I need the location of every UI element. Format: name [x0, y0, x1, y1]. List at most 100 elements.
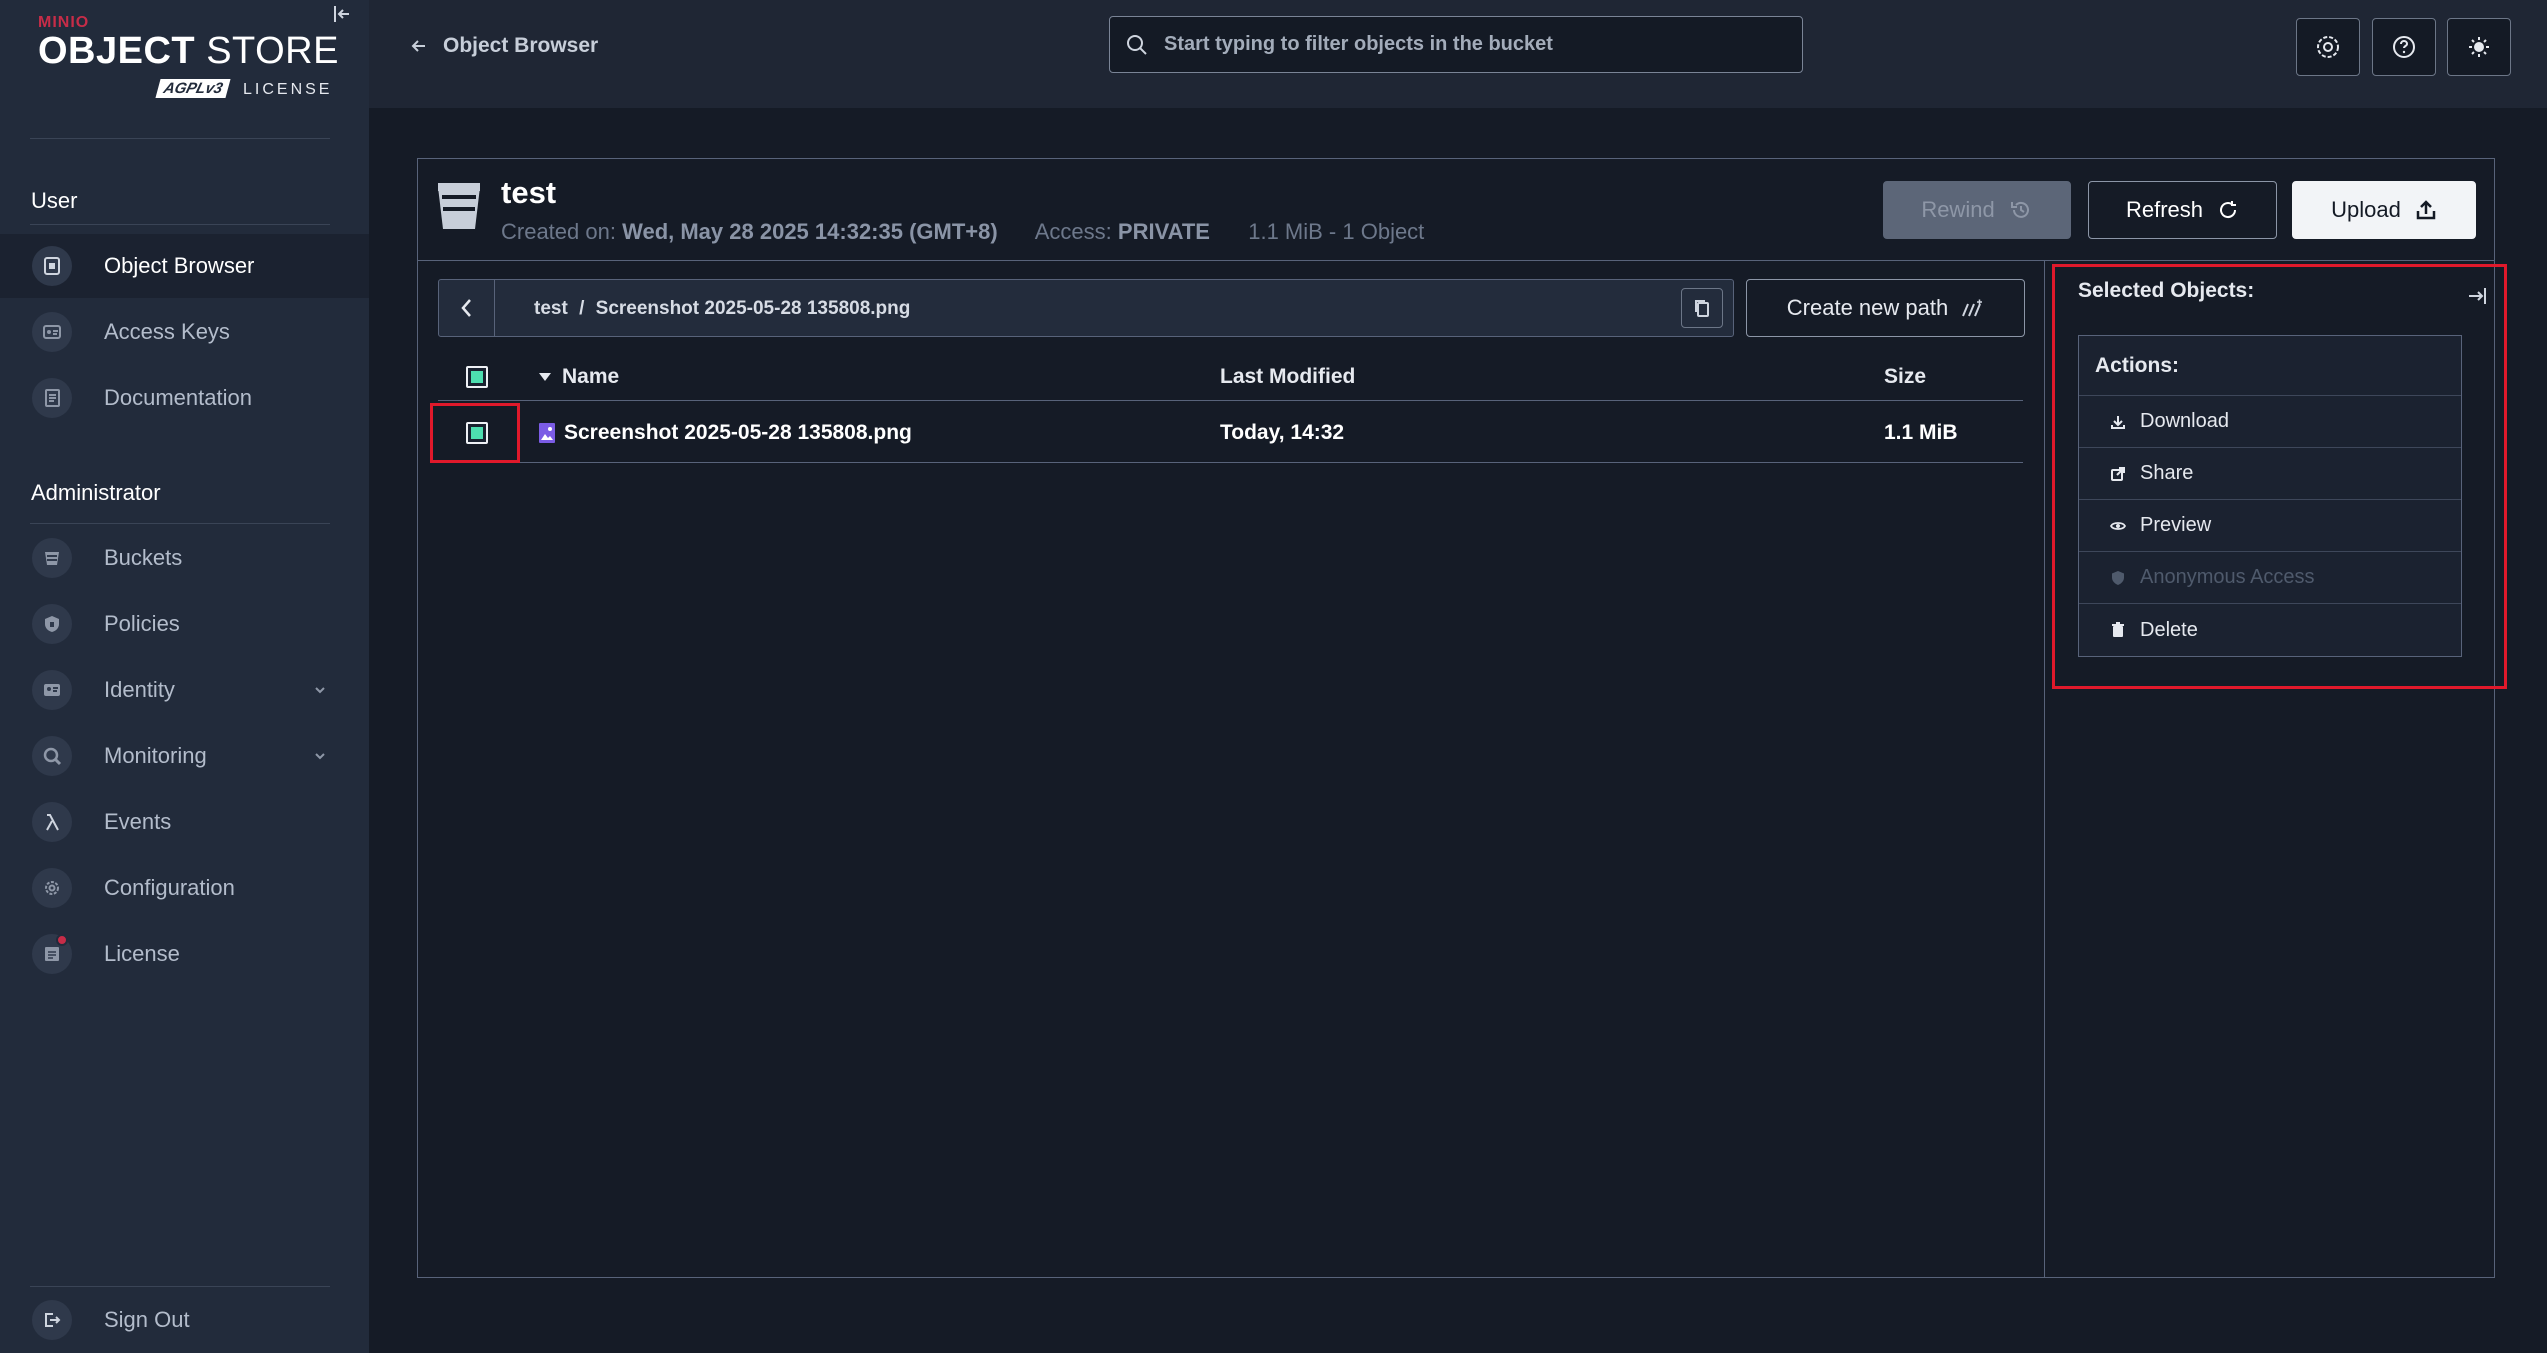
file-modified: Today, 14:32 [1220, 420, 1345, 444]
back-link-label: Object Browser [443, 34, 599, 57]
settings-icon [2317, 36, 2339, 58]
upload-icon [2416, 200, 2436, 220]
table-row[interactable]: Screenshot 2025-05-28 135808.png Today, … [438, 403, 2023, 463]
breadcrumb-separator: / [579, 298, 585, 319]
column-name-label: Name [562, 365, 620, 388]
highlight-row-checkbox [430, 403, 520, 463]
object-browser-icon [32, 246, 72, 286]
search-input[interactable] [1162, 32, 1802, 57]
refresh-icon [2220, 201, 2237, 219]
notification-badge [56, 934, 68, 946]
search-box[interactable] [1109, 16, 1803, 73]
brand-product: OBJECT STORE [38, 30, 339, 73]
sidebar-divider [30, 523, 330, 524]
policies-icon [32, 604, 72, 644]
rewind-label: Rewind [1921, 197, 1995, 222]
sort-desc-icon [539, 373, 551, 381]
column-size-header[interactable]: Size [1884, 354, 1926, 400]
upload-button[interactable]: Upload [2292, 181, 2476, 239]
sidebar-item-events[interactable]: Events [0, 790, 369, 854]
file-name-cell[interactable]: Screenshot 2025-05-28 135808.png [538, 403, 912, 462]
access-value: PRIVATE [1117, 219, 1210, 244]
access-keys-icon [32, 312, 72, 352]
sidebar-item-label: Configuration [104, 875, 235, 900]
refresh-label: Refresh [2125, 197, 2204, 222]
license-icon [32, 934, 72, 974]
collapse-sidebar-icon[interactable] [330, 2, 354, 26]
chevron-down-icon[interactable] [310, 746, 330, 766]
highlight-selected-panel [2052, 264, 2507, 689]
breadcrumb-root[interactable]: test [534, 298, 568, 319]
user-section-title: User [31, 188, 78, 213]
sidebar-item-label: Events [104, 809, 172, 834]
arrow-left-icon [411, 40, 425, 52]
image-file-icon [539, 422, 555, 443]
sidebar-item-label: Documentation [104, 385, 252, 410]
theme-toggle-button[interactable] [2447, 18, 2511, 76]
settings-button[interactable] [2296, 18, 2360, 76]
monitoring-icon [32, 736, 72, 776]
column-name-header[interactable]: Name [538, 354, 619, 400]
copy-path-button[interactable] [1681, 288, 1723, 328]
sidebar-item-label: Identity [104, 677, 175, 702]
brand-product-bold: OBJECT [38, 30, 196, 72]
breadcrumb-file: Screenshot 2025-05-28 135808.png [595, 298, 911, 319]
access-label: Access: [1034, 219, 1112, 244]
sidebar-item-buckets[interactable]: Buckets [0, 526, 369, 590]
table-header: Name Last Modified Size [438, 354, 2023, 401]
breadcrumb: test / Screenshot 2025-05-28 135808.png [438, 279, 1734, 337]
breadcrumb-back-button[interactable] [439, 280, 495, 336]
sidebar-item-label: License [104, 941, 180, 966]
back-to-object-browser[interactable]: Object Browser [409, 34, 598, 58]
search-icon [1127, 34, 1147, 55]
identity-icon [32, 670, 72, 710]
sidebar-item-label: Monitoring [104, 743, 207, 768]
created-value: Wed, May 28 2025 14:32:35 (GMT+8) [622, 219, 998, 244]
bucket-name: test [501, 175, 557, 210]
sidebar-item-policies[interactable]: Policies [0, 592, 369, 656]
create-new-path-button[interactable]: Create new path [1746, 279, 2025, 337]
sidebar-item-object-browser[interactable]: Object Browser [0, 234, 369, 298]
sidebar-item-label: Buckets [104, 545, 183, 570]
sidebar-item-identity[interactable]: Identity [0, 658, 369, 722]
sidebar-item-monitoring[interactable]: Monitoring [0, 724, 369, 788]
top-bar: Object Browser [369, 0, 2547, 108]
sidebar-item-access-keys[interactable]: Access Keys [0, 300, 369, 364]
help-icon [2393, 36, 2415, 58]
breadcrumb-path: test / Screenshot 2025-05-28 135808.png [534, 298, 910, 320]
history-icon [2010, 201, 2029, 218]
panel-divider [2044, 261, 2045, 1277]
bucket-meta: Created on: Wed, May 28 2025 14:32:35 (G… [501, 219, 1424, 245]
bucket-summary: 1.1 MiB - 1 Object [1248, 219, 1425, 244]
help-button[interactable] [2372, 18, 2436, 76]
column-modified-header[interactable]: Last Modified [1220, 354, 1355, 400]
sidebar-item-label: Policies [104, 611, 180, 636]
sign-out-label: Sign Out [104, 1307, 190, 1332]
refresh-button[interactable]: Refresh [2088, 181, 2277, 239]
sidebar-item-documentation[interactable]: Documentation [0, 366, 369, 430]
created-label: Created on: [501, 219, 616, 244]
theme-toggle-icon [2469, 37, 2489, 57]
sidebar-item-license[interactable]: License [0, 922, 369, 986]
new-path-icon [1962, 299, 1983, 317]
sidebar-divider [30, 1286, 330, 1287]
sidebar-item-label: Access Keys [104, 319, 230, 344]
brand-license-row: AGPLv3 LICENSE [38, 73, 339, 101]
lambda-icon [32, 802, 72, 842]
sidebar-divider [30, 224, 330, 225]
file-name: Screenshot 2025-05-28 135808.png [564, 420, 912, 444]
chevron-left-icon [460, 299, 471, 317]
sign-out-button[interactable]: Sign Out [0, 1288, 369, 1352]
select-all-checkbox[interactable] [466, 354, 488, 400]
chevron-down-icon[interactable] [310, 680, 330, 700]
gear-icon [32, 868, 72, 908]
license-label: LICENSE [243, 81, 333, 98]
agpl-badge: AGPLv3 [155, 79, 231, 98]
admin-section-title: Administrator [31, 480, 161, 505]
sidebar-item-label: Object Browser [104, 253, 255, 278]
buckets-icon [32, 538, 72, 578]
sidebar-item-configuration[interactable]: Configuration [0, 856, 369, 920]
documentation-icon [32, 378, 72, 418]
bucket-icon [436, 181, 482, 236]
rewind-button[interactable]: Rewind [1883, 181, 2071, 239]
